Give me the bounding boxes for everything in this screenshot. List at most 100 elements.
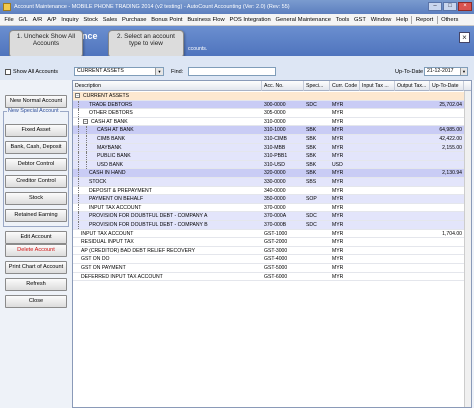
menu-general-maintenance[interactable]: General Maintenance bbox=[273, 17, 333, 23]
tree-line bbox=[78, 100, 79, 109]
table-row[interactable]: INPUT TAX ACCOUNT 370-0000 MYR bbox=[73, 203, 471, 213]
table-row[interactable]: CASH IN HAND 320-0000 SBK MYR 2,130.94 bbox=[73, 169, 471, 178]
table-row[interactable]: DEPOSIT & PREPAYMENT 340-0000 MYR bbox=[73, 186, 471, 196]
cell-up-to-date bbox=[430, 238, 462, 246]
table-row[interactable]: PAYMENT ON BEHALF 350-0000 SOP MYR bbox=[73, 195, 471, 204]
table-row[interactable]: CASH AT BANK 310-1000 SBK MYR 64,985.00 bbox=[73, 126, 471, 135]
creditor-control-button[interactable]: Creditor Control bbox=[5, 175, 67, 188]
menu-business-flow[interactable]: Business Flow bbox=[185, 17, 227, 23]
cell-up-to-date bbox=[430, 255, 462, 263]
cell-special bbox=[306, 264, 330, 272]
cell-acc-no: GST-2000 bbox=[264, 239, 288, 246]
table-row[interactable]: RESIDUAL INPUT TAX GST-2000 MYR bbox=[73, 238, 471, 247]
menu-ar[interactable]: A/R bbox=[30, 17, 44, 23]
vertical-scrollbar[interactable] bbox=[464, 91, 471, 407]
close-window-button[interactable]: × bbox=[458, 2, 472, 11]
cell-acc-no: 305-0000 bbox=[264, 110, 286, 117]
menu-gst[interactable]: GST bbox=[352, 17, 369, 23]
close-button[interactable]: Close bbox=[5, 295, 67, 308]
cell-description: PROVISION FOR DOUBTFUL DEBT - COMPANY B bbox=[89, 222, 208, 228]
fixed-asset-button[interactable]: Fixed Asset bbox=[5, 124, 67, 137]
account-type-select[interactable]: CURRENT ASSETS ▼ bbox=[74, 67, 164, 76]
table-row[interactable]: OTHER DEBTORS 305-0000 MYR bbox=[73, 109, 471, 118]
cell-up-to-date bbox=[430, 178, 462, 186]
cell-special bbox=[306, 187, 330, 195]
calendar-dropdown-icon[interactable]: ▼ bbox=[460, 68, 467, 75]
cell-description: MAYBANK bbox=[97, 144, 122, 151]
find-input[interactable] bbox=[188, 67, 276, 76]
print-chart-of-account-button[interactable]: Print Chart of Account bbox=[5, 261, 67, 274]
menu-help[interactable]: Help bbox=[394, 17, 411, 23]
close-form-icon[interactable]: × bbox=[459, 32, 470, 43]
menu-bonus-point[interactable]: Bonus Point bbox=[149, 17, 185, 23]
menu-ap[interactable]: A/P bbox=[45, 17, 59, 23]
stock-button[interactable]: Stock bbox=[5, 192, 67, 205]
column-curr-code[interactable]: Curr. Code bbox=[330, 81, 360, 91]
menu-stock[interactable]: Stock bbox=[81, 17, 100, 23]
table-row[interactable]: MAYBANK 310-MBB SBK MYR 2,155.00 bbox=[73, 143, 471, 153]
menu-purchase[interactable]: Purchase bbox=[120, 17, 149, 23]
table-row[interactable]: GST ON PAYMENT GST-5000 MYR bbox=[73, 264, 471, 273]
menu-window[interactable]: Window bbox=[368, 17, 393, 23]
menu-report[interactable]: Report bbox=[413, 17, 435, 23]
cell-acc-no: 310-PBB1 bbox=[264, 153, 288, 160]
action-panel: New Normal Account New Special Account F… bbox=[0, 80, 70, 408]
cell-up-to-date bbox=[430, 247, 462, 255]
menu-pos-integration[interactable]: POS Integration bbox=[227, 17, 273, 23]
minimize-button[interactable]: – bbox=[428, 2, 442, 11]
chevron-down-icon[interactable]: ▼ bbox=[155, 68, 163, 75]
cell-special: SBK bbox=[306, 144, 317, 151]
column-output-tax[interactable]: Output Tax... bbox=[395, 81, 430, 91]
cell-description: AP (CREDITOR) BAD DEBT RELIEF RECOVERY bbox=[81, 247, 195, 254]
table-row[interactable]: INPUT TAX ACCOUNT GST-1000 MYR 1,704.00 bbox=[73, 230, 471, 239]
cell-up-to-date bbox=[430, 118, 462, 126]
table-row[interactable]: − CASH AT BANK 310-0000 MYR bbox=[73, 117, 471, 127]
menu-others[interactable]: Others bbox=[439, 17, 461, 23]
retained-earning-button[interactable]: Retained Earning bbox=[5, 209, 67, 222]
menu-gl[interactable]: G/L bbox=[16, 17, 30, 23]
delete-account-button[interactable]: Delete Account bbox=[5, 244, 67, 257]
tree-line bbox=[78, 178, 79, 186]
debtor-control-button[interactable]: Debtor Control bbox=[5, 158, 67, 171]
table-row[interactable]: CIMB BANK 310-CIMB SBK MYR 42,422.00 bbox=[73, 135, 471, 144]
refresh-button[interactable]: Refresh bbox=[5, 278, 67, 291]
table-row[interactable]: PROVISION FOR DOUBTFUL DEBT - COMPANY A 3… bbox=[73, 212, 471, 221]
cell-special: SOP bbox=[306, 196, 317, 203]
table-row[interactable]: − CURRENT ASSETS bbox=[73, 92, 471, 101]
table-row[interactable]: STOCK 330-0000 SBS MYR bbox=[73, 178, 471, 187]
table-row[interactable]: DEFERRED INPUT TAX ACCOUNT GST-6000 MYR bbox=[73, 273, 471, 282]
table-row[interactable]: TRADE DEBTORS 300-0000 SDC MYR 25,702.04 bbox=[73, 100, 471, 110]
maximize-button[interactable]: □ bbox=[443, 2, 457, 11]
column-special[interactable]: Speci... bbox=[304, 81, 330, 91]
tree-line bbox=[78, 126, 79, 135]
bank-cash-deposit-button[interactable]: Bank, Cash, Deposit bbox=[5, 141, 67, 154]
table-row[interactable]: PUBLIC BANK 310-PBB1 SBK MYR bbox=[73, 152, 471, 161]
menu-tools[interactable]: Tools bbox=[333, 17, 351, 23]
cell-description: USD BANK bbox=[97, 161, 124, 168]
column-up-to-date[interactable]: Up-To-Date bbox=[430, 81, 464, 91]
tree-collapse-icon[interactable]: − bbox=[75, 93, 80, 98]
edit-account-button[interactable]: Edit Account bbox=[5, 231, 67, 244]
menu-sales[interactable]: Sales bbox=[100, 17, 119, 23]
show-all-accounts-checkbox[interactable]: Show All Accounts bbox=[5, 69, 58, 75]
column-description[interactable]: Description bbox=[73, 81, 262, 91]
cell-description: OTHER DEBTORS bbox=[89, 110, 133, 117]
table-row[interactable]: USD BANK 310-USD SBK USD bbox=[73, 160, 471, 170]
column-input-tax[interactable]: Input Tax ... bbox=[360, 81, 395, 91]
checkbox-box[interactable] bbox=[5, 69, 11, 75]
cell-acc-no: 310-1000 bbox=[264, 127, 286, 134]
table-row[interactable]: AP (CREDITOR) BAD DEBT RELIEF RECOVERY GS… bbox=[73, 247, 471, 256]
tree-line bbox=[78, 109, 79, 118]
up-to-date-picker[interactable]: 21-12-2017 ▼ bbox=[424, 67, 468, 76]
new-normal-account-button[interactable]: New Normal Account bbox=[5, 95, 67, 108]
cell-curr-code: MYR bbox=[332, 118, 344, 125]
cell-acc-no: GST-1000 bbox=[264, 230, 288, 237]
column-acc-no[interactable]: Acc. No. bbox=[262, 81, 304, 91]
cell-special bbox=[306, 255, 330, 263]
table-row[interactable]: PROVISION FOR DOUBTFUL DEBT - COMPANY B 3… bbox=[73, 221, 471, 230]
menu-inquiry[interactable]: Inquiry bbox=[59, 17, 81, 23]
menu-file[interactable]: File bbox=[2, 17, 16, 23]
table-row[interactable]: GST ON DO GST-4000 MYR bbox=[73, 255, 471, 264]
tree-collapse-icon[interactable]: − bbox=[83, 118, 88, 124]
account-grid[interactable]: Description Acc. No. Speci... Curr. Code… bbox=[72, 80, 472, 408]
